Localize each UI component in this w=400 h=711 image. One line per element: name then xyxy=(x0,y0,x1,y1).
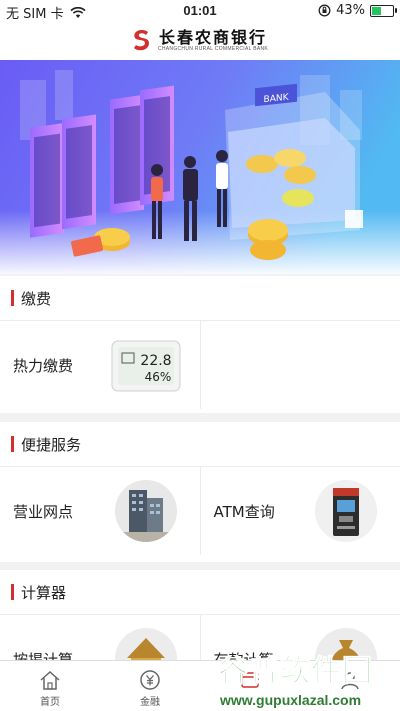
thermometer-icon: 22.8 46% xyxy=(110,339,182,393)
services-grid: 营业网点 ATM查询 xyxy=(0,467,400,555)
bank-name-en: CHANGCHUN RURAL COMMERCIAL BANK xyxy=(158,46,268,53)
watermark-text: 谷普软件园 xyxy=(218,646,398,690)
app-header: 长春农商银行 CHANGCHUN RURAL COMMERCIAL BANK xyxy=(0,22,400,60)
tab-finance[interactable]: 金融 xyxy=(100,661,200,711)
section-title-text: 缴费 xyxy=(21,288,51,309)
mortgage-calculator-label: 按揭计算 xyxy=(13,649,73,660)
section-services: 便捷服务 营业网点 ATM查询 xyxy=(0,422,400,562)
bank-name: 长春农商银行 xyxy=(159,29,267,46)
bank-logo-mark xyxy=(132,29,152,53)
atm-locator-tile[interactable]: ATM查询 xyxy=(200,467,400,555)
finance-icon xyxy=(138,669,162,691)
watermark-url: www.gupuxlazal.com xyxy=(218,692,363,708)
section-title-calculator: 计算器 xyxy=(0,570,400,615)
section-payment: 缴费 热力缴费 22.8 46% xyxy=(0,276,400,413)
orientation-lock-icon xyxy=(318,4,331,17)
section-title-text: 便捷服务 xyxy=(21,434,81,455)
banner-illustration: BANK xyxy=(0,60,400,274)
battery-icon xyxy=(370,5,394,17)
section-title-payment: 缴费 xyxy=(0,276,400,321)
tab-home-label: 首页 xyxy=(40,693,60,708)
tab-finance-label: 金融 xyxy=(140,693,160,708)
house-icon xyxy=(115,628,177,660)
site-watermark: 谷普软件园 www.gupuxlazal.com xyxy=(218,646,398,708)
section-title-text: 计算器 xyxy=(21,582,66,603)
mortgage-calculator-tile[interactable]: 按揭计算 xyxy=(0,615,200,660)
branch-locator-label: 营业网点 xyxy=(13,501,73,522)
thermo-temp: 22.8 xyxy=(140,353,171,369)
empty-tile xyxy=(200,321,400,409)
status-right: 43% xyxy=(318,3,394,18)
atm-icon xyxy=(315,480,377,542)
bank-logo: 长春农商银行 CHANGCHUN RURAL COMMERCIAL BANK xyxy=(132,29,268,53)
status-bar: 无 SIM 卡 01:01 43% xyxy=(0,0,400,22)
tab-home[interactable]: 首页 xyxy=(0,661,100,711)
thermo-humidity: 46% xyxy=(144,370,171,384)
branch-locator-tile[interactable]: 营业网点 xyxy=(0,467,200,555)
battery-percent: 43% xyxy=(336,3,365,18)
building-icon xyxy=(115,480,177,542)
home-icon xyxy=(38,669,62,691)
section-accent-bar xyxy=(11,290,14,306)
heating-payment-label: 热力缴费 xyxy=(13,355,73,376)
section-accent-bar xyxy=(11,584,14,600)
promo-banner[interactable]: BANK xyxy=(0,60,400,274)
section-accent-bar xyxy=(11,436,14,452)
bank-name-group: 长春农商银行 CHANGCHUN RURAL COMMERCIAL BANK xyxy=(158,29,268,53)
payment-grid: 热力缴费 22.8 46% xyxy=(0,321,400,409)
heating-payment-tile[interactable]: 热力缴费 22.8 46% xyxy=(0,321,200,409)
section-title-services: 便捷服务 xyxy=(0,422,400,467)
battery-fill xyxy=(372,7,381,15)
atm-locator-label: ATM查询 xyxy=(214,501,275,522)
